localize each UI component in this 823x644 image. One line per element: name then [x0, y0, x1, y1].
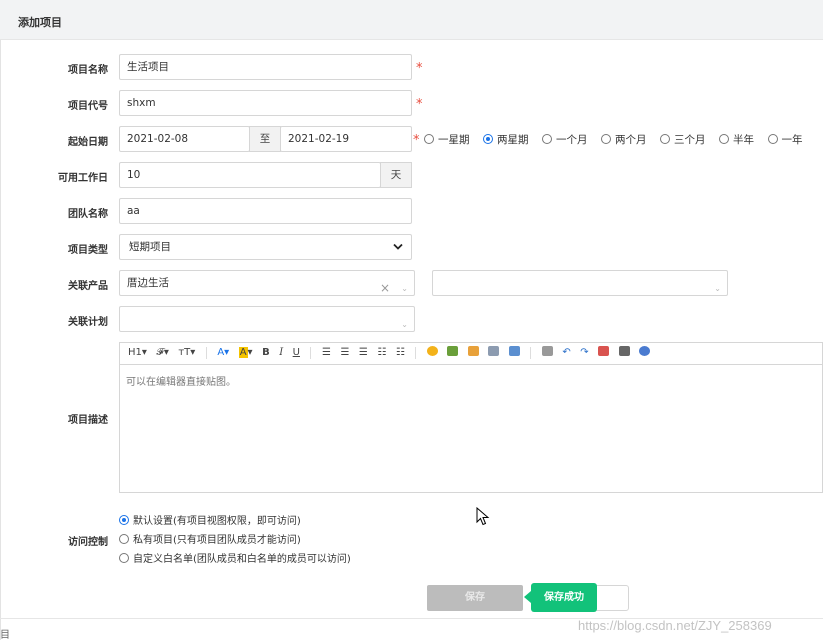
unordered-list-icon[interactable]: ☷ — [393, 343, 408, 363]
workdays-input[interactable]: 10 — [119, 162, 381, 188]
undo-icon[interactable]: ↶ — [559, 343, 573, 363]
code-label: 项目代号 — [68, 101, 108, 112]
preset-one-year[interactable]: 一年 — [767, 132, 803, 147]
toolbar-divider — [415, 347, 417, 359]
save-button[interactable]: 保存 — [427, 585, 523, 611]
product-branch-select[interactable]: ⌄ — [432, 270, 728, 296]
project-type-value: 短期项目 — [129, 241, 171, 253]
description-label: 项目描述 — [68, 415, 108, 426]
align-right-icon[interactable]: ☰ — [356, 343, 371, 363]
plan-label: 关联计划 — [68, 317, 108, 328]
required-mark: * — [416, 97, 423, 112]
align-center-icon[interactable]: ☰ — [337, 343, 352, 363]
underline-button[interactable]: U — [290, 343, 303, 363]
panel-border — [0, 40, 1, 640]
end-date-input[interactable]: 2021-02-19 — [280, 126, 412, 152]
success-toast: 保存成功 — [524, 583, 597, 612]
start-date-input[interactable]: 2021-02-08 — [119, 126, 250, 152]
radio-icon — [119, 553, 129, 563]
type-label: 项目类型 — [68, 245, 108, 256]
radio-checked-icon — [119, 515, 129, 525]
ordered-list-icon[interactable]: ☷ — [374, 343, 389, 363]
toolbar-divider — [530, 347, 532, 359]
radio-icon — [660, 134, 670, 144]
link-icon[interactable] — [485, 343, 502, 363]
page-title: 添加项目 — [18, 16, 62, 29]
date-preset-group: 一星期 两星期 一个月 两个月 三个月 半年 一年 — [424, 132, 813, 146]
toolbar-divider — [310, 347, 312, 359]
access-option-private[interactable]: 私有项目(只有项目团队成员才能访问) — [119, 531, 301, 546]
font-family-button[interactable]: 𝓕▾ — [153, 343, 171, 363]
eraser-icon[interactable] — [539, 343, 556, 363]
product-select[interactable]: 厝边生活 × ⌄ — [119, 270, 415, 296]
radio-icon — [719, 134, 729, 144]
code-icon[interactable] — [465, 343, 482, 363]
date-range-separator: 至 — [249, 126, 281, 152]
plan-select[interactable]: ⌄ — [119, 306, 415, 332]
product-value: 厝边生活 — [127, 277, 169, 289]
source-icon[interactable] — [616, 343, 633, 363]
project-type-select[interactable]: 短期项目 — [119, 234, 412, 260]
font-size-button[interactable]: тT▾ — [175, 343, 198, 363]
product-label: 关联产品 — [68, 281, 108, 292]
description-editor[interactable]: 可以在编辑器直接贴图。 — [119, 364, 823, 493]
preset-half-year[interactable]: 半年 — [719, 132, 754, 147]
preset-two-weeks[interactable]: 两星期 — [483, 132, 529, 147]
preset-one-week[interactable]: 一星期 — [424, 132, 470, 147]
heading-button[interactable]: H1▾ — [125, 343, 150, 363]
clear-icon[interactable]: × — [380, 276, 390, 295]
bold-button[interactable]: B — [259, 343, 273, 363]
team-name-input[interactable]: aa — [119, 198, 412, 224]
caret-down-icon: ⌄ — [401, 320, 408, 329]
align-left-icon[interactable]: ☰ — [319, 343, 334, 363]
project-code-input[interactable]: shxm — [119, 90, 412, 116]
mouse-cursor-icon — [476, 507, 490, 526]
workdays-unit: 天 — [380, 162, 412, 188]
workdays-label: 可用工作日 — [58, 173, 108, 184]
help-icon[interactable] — [636, 343, 653, 363]
italic-button[interactable]: I — [276, 343, 286, 363]
radio-icon — [601, 134, 611, 144]
access-option-default[interactable]: 默认设置(有项目视图权限，即可访问) — [119, 512, 301, 527]
team-label: 团队名称 — [68, 209, 108, 220]
watermark: https://blog.csdn.net/ZJY_258369 — [578, 618, 772, 633]
radio-icon — [767, 134, 778, 144]
editor-toolbar: H1▾ 𝓕▾ тT▾ A▾ A▾ B I U ☰ ☰ ☰ ☷ ☷ ↶ ↷ — [119, 342, 823, 364]
name-label: 项目名称 — [68, 65, 108, 76]
highlight-button[interactable]: A▾ — [236, 343, 256, 363]
redo-icon[interactable]: ↷ — [577, 343, 591, 363]
radio-icon — [542, 134, 552, 144]
preset-one-month[interactable]: 一个月 — [542, 132, 588, 147]
toolbar-divider — [205, 347, 207, 359]
radio-checked-icon — [483, 134, 493, 144]
caret-down-icon: ⌄ — [714, 284, 721, 293]
access-label: 访问控制 — [68, 537, 108, 548]
required-mark: * — [413, 133, 420, 148]
font-color-button[interactable]: A▾ — [214, 343, 232, 363]
caret-down-icon: ⌄ — [401, 284, 408, 293]
image-icon[interactable] — [444, 343, 461, 363]
preset-two-months[interactable]: 两个月 — [601, 132, 647, 147]
table-icon[interactable] — [506, 343, 523, 363]
access-option-whitelist[interactable]: 自定义白名单(团队成员和白名单的成员可以访问) — [119, 550, 351, 565]
dates-label: 起始日期 — [68, 137, 108, 148]
radio-icon — [424, 134, 434, 144]
page-footer-text: 目 — [0, 630, 10, 641]
chevron-down-icon — [393, 243, 403, 250]
fullscreen-icon[interactable] — [595, 343, 612, 363]
required-mark: * — [416, 61, 423, 76]
project-name-input[interactable]: 生活项目 — [119, 54, 412, 80]
radio-icon — [119, 534, 129, 544]
panel-header: 添加项目 — [0, 0, 823, 40]
preset-three-months[interactable]: 三个月 — [660, 132, 706, 147]
emoji-icon[interactable] — [424, 343, 441, 363]
